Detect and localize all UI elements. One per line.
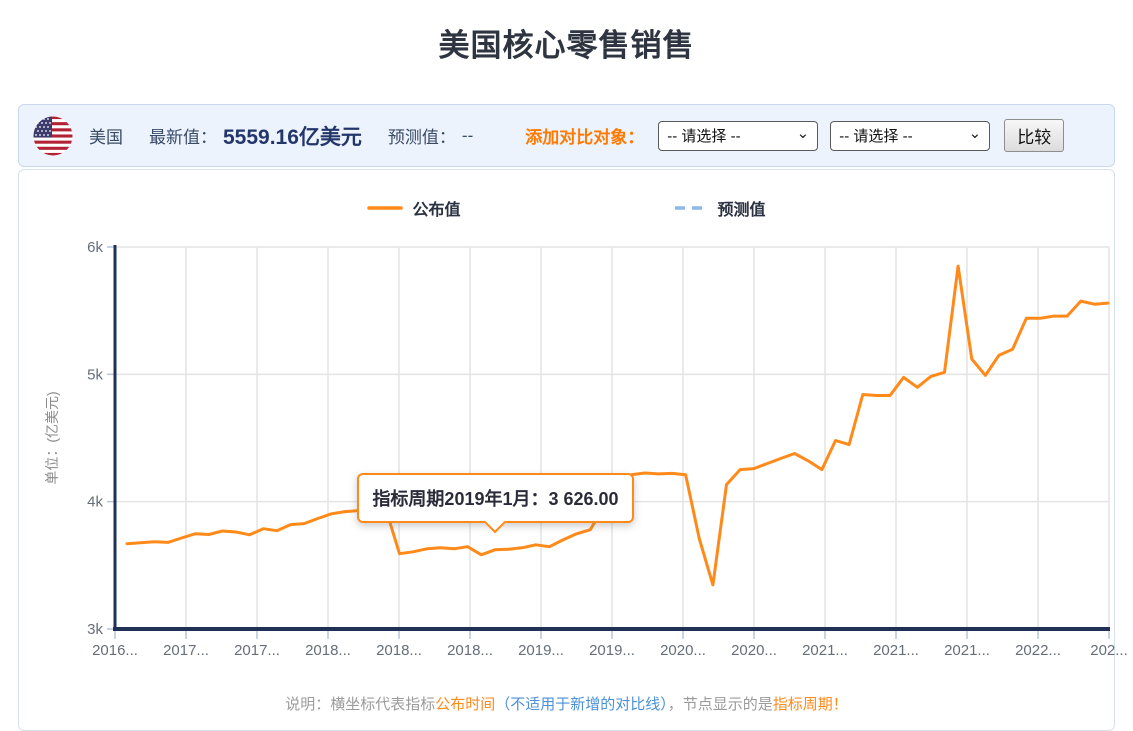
published-line-swatch-icon xyxy=(367,204,403,212)
forecast-line-swatch-icon xyxy=(673,204,709,212)
y-axis-unit-label: 单位：(亿美元) xyxy=(42,358,62,518)
footer-note-text: 说明：横坐标代表指标 xyxy=(285,696,435,713)
legend-published-label: 公布值 xyxy=(412,196,460,220)
us-flag-icon xyxy=(33,116,73,156)
forecast-value: -- xyxy=(462,126,473,146)
chevron-down-icon: ⌄ xyxy=(797,126,810,141)
footer-note-text: ，节点显示的是 xyxy=(668,696,773,713)
page-title: 美国核心零售销售 xyxy=(0,20,1133,65)
chart-legend: 公布值 预测值 xyxy=(0,196,1133,220)
compare-select-1[interactable]: -- 请选择 -- ⌄ xyxy=(658,121,818,151)
latest-value-label: 最新值： xyxy=(149,123,217,148)
header-bar: 美国 最新值： 5559.16亿美元 预测值： -- 添加对比对象： -- 请选… xyxy=(18,104,1115,167)
compare-select-2[interactable]: -- 请选择 -- ⌄ xyxy=(830,121,990,151)
footer-note-parenthetical: （不适用于新增的对比线） xyxy=(495,696,668,713)
forecast-value-label: 预测值： xyxy=(388,123,456,148)
chevron-down-icon: ⌄ xyxy=(969,126,982,141)
latest-value: 5559.16亿美元 xyxy=(223,121,362,151)
chart-panel xyxy=(18,169,1115,731)
legend-item-forecast[interactable]: 预测值 xyxy=(673,196,766,220)
legend-item-published[interactable]: 公布值 xyxy=(367,196,460,220)
footer-note: 说明：横坐标代表指标公布时间（不适用于新增的对比线），节点显示的是指标周期！ xyxy=(0,693,1133,714)
compare-select-1-value: -- 请选择 -- xyxy=(667,125,740,146)
footer-note-indicator-period: 指标周期！ xyxy=(773,696,848,713)
legend-forecast-label: 预测值 xyxy=(718,196,766,220)
tooltip-text: 指标周期2019年1月：3 626.00 xyxy=(372,485,618,511)
footer-note-publish-time: 公布时间 xyxy=(435,696,495,713)
add-compare-label: 添加对比对象： xyxy=(525,123,644,148)
compare-button[interactable]: 比较 xyxy=(1004,119,1064,152)
data-point-tooltip: 指标周期2019年1月：3 626.00 xyxy=(357,473,634,523)
compare-select-2-value: -- 请选择 -- xyxy=(839,125,912,146)
country-label: 美国 xyxy=(89,123,123,148)
